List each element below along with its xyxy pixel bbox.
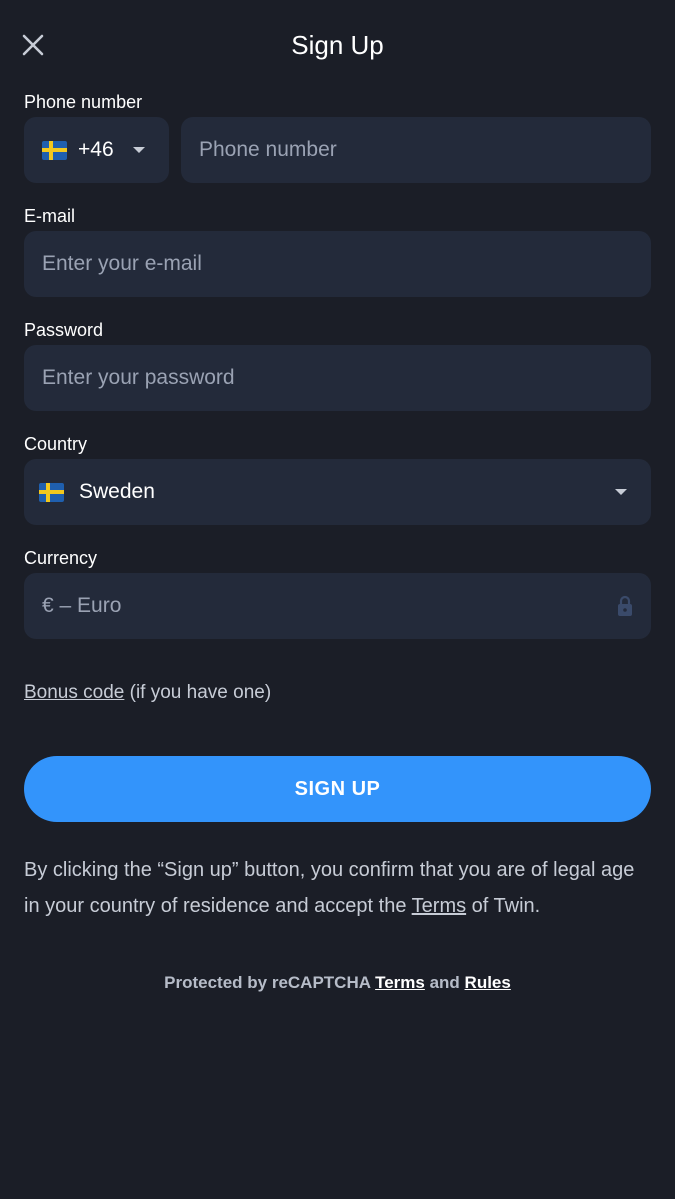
sweden-flag-icon bbox=[42, 140, 67, 160]
currency-value: € – Euro bbox=[42, 594, 122, 617]
sign-up-button[interactable]: SIGN UP bbox=[24, 756, 651, 822]
phone-label: Phone number bbox=[24, 92, 143, 112]
country-code-select[interactable]: +46 bbox=[24, 117, 169, 183]
bonus-code-link[interactable]: Bonus code bbox=[24, 682, 124, 703]
bonus-code-row: Bonus code (if you have one) bbox=[24, 681, 271, 705]
email-input[interactable] bbox=[24, 231, 651, 297]
sweden-flag-icon bbox=[39, 482, 64, 502]
legal-text: By clicking the “Sign up” button, you co… bbox=[24, 852, 654, 924]
email-field bbox=[24, 231, 651, 297]
country-label: Country bbox=[24, 434, 88, 454]
password-label: Password bbox=[24, 320, 104, 340]
country-code-value: +46 bbox=[78, 138, 114, 161]
signup-page: Sign Up Phone number +46 E-mail Password… bbox=[0, 0, 675, 1199]
country-select[interactable]: Sweden bbox=[24, 459, 651, 525]
legal-suffix: of Twin. bbox=[466, 895, 541, 917]
phone-field bbox=[181, 117, 651, 183]
country-value: Sweden bbox=[79, 480, 155, 503]
header: Sign Up bbox=[0, 0, 675, 90]
recaptcha-and: and bbox=[424, 973, 465, 992]
recaptcha-notice: Protected by reCAPTCHA Terms and Rules bbox=[0, 973, 675, 993]
password-field bbox=[24, 345, 651, 411]
terms-link[interactable]: Terms bbox=[412, 895, 466, 917]
password-input[interactable] bbox=[24, 345, 651, 411]
recaptcha-prefix: Protected by reCAPTCHA bbox=[164, 973, 376, 992]
recaptcha-rules-link[interactable]: Rules bbox=[465, 973, 511, 992]
email-label: E-mail bbox=[24, 206, 76, 226]
phone-input[interactable] bbox=[181, 117, 651, 183]
lock-icon bbox=[618, 595, 632, 616]
chevron-down-icon bbox=[615, 489, 627, 495]
bonus-code-hint: (if you have one) bbox=[124, 682, 272, 703]
legal-prefix: By clicking the “Sign up” button, you co… bbox=[24, 859, 635, 917]
chevron-down-icon bbox=[133, 147, 145, 153]
recaptcha-terms-link[interactable]: Terms bbox=[375, 973, 425, 992]
currency-field: € – Euro bbox=[24, 573, 651, 639]
currency-label: Currency bbox=[24, 548, 98, 568]
page-title: Sign Up bbox=[291, 30, 384, 60]
